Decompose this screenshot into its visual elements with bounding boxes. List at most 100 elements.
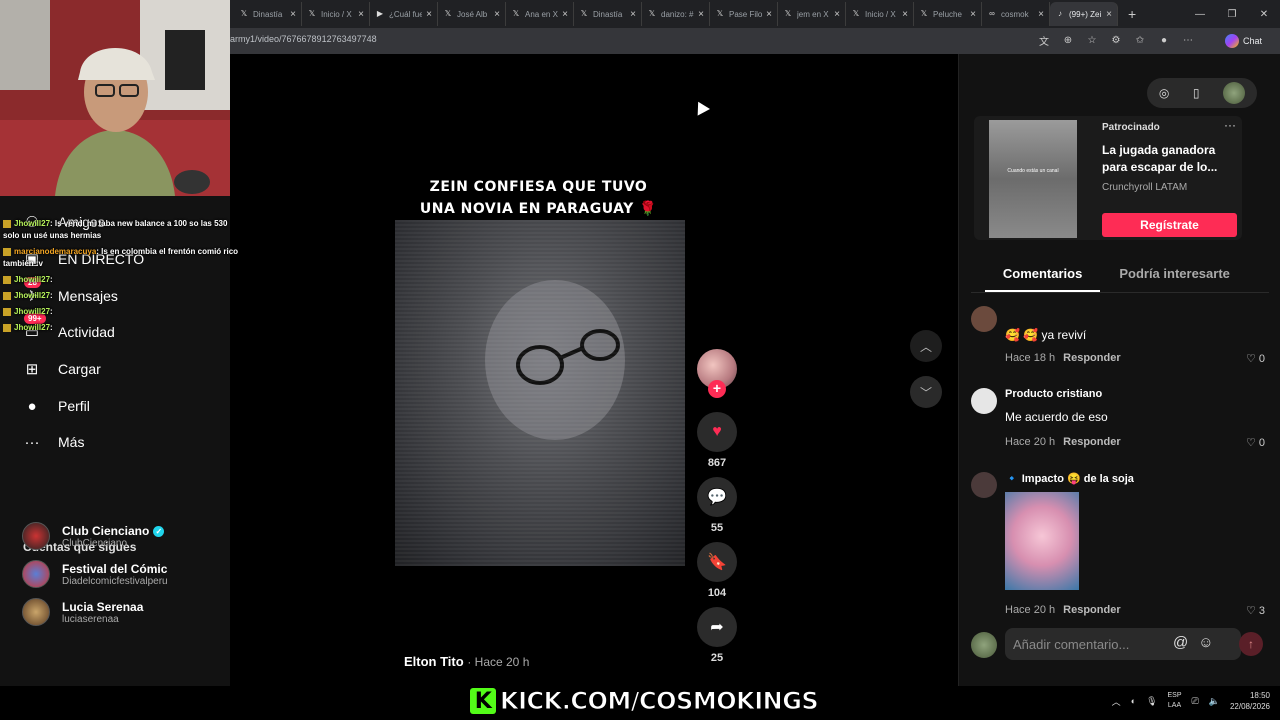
star-icon[interactable]: ☆ — [1084, 32, 1100, 48]
video-author[interactable]: Elton Tito · Hace 20 h — [404, 654, 529, 669]
next-video-button[interactable]: ﹀ — [910, 376, 942, 408]
tab-close-icon[interactable]: × — [358, 9, 364, 20]
tab-close-icon[interactable]: × — [766, 9, 772, 20]
previous-video-button[interactable]: ︿ — [910, 330, 942, 362]
app-tray-icon[interactable]: ◐ — [1131, 696, 1136, 706]
reply-button[interactable]: Responder — [1063, 436, 1120, 448]
tab-close-icon[interactable]: × — [630, 9, 636, 20]
x-logo-icon: 𝕏 — [852, 9, 860, 18]
sidebar-item-cargar[interactable]: ⊞ Cargar — [22, 359, 101, 379]
comment-icon[interactable]: 💬 — [697, 477, 737, 517]
new-tab-icon[interactable]: + — [1128, 6, 1136, 22]
translate-icon[interactable]: 文 — [1036, 32, 1052, 48]
register-button[interactable]: Regístrate — [1102, 213, 1237, 237]
browser-tab[interactable]: 𝕏 Inicio / X × — [846, 2, 914, 26]
tab-suggestions[interactable]: Podría interesarte — [1104, 266, 1245, 292]
account-avatar[interactable] — [22, 560, 50, 588]
tab-close-icon[interactable]: × — [290, 9, 296, 20]
banner-text: KICK.COM/COSMOKINGS — [499, 687, 819, 716]
close-window-icon[interactable]: ✕ — [1248, 0, 1280, 28]
maximize-icon[interactable]: ❐ — [1216, 0, 1248, 28]
user-avatar[interactable] — [1223, 82, 1246, 104]
comment-avatar[interactable] — [971, 472, 997, 498]
like-action[interactable]: ♥ 867 — [697, 412, 737, 469]
tab-title: Pase Filo — [729, 9, 763, 19]
ad-title[interactable]: La jugada ganadora para escapar de lo... — [1102, 142, 1237, 176]
network-icon[interactable]: ⎚ — [1192, 696, 1199, 707]
favorites-icon[interactable]: ✩ — [1132, 32, 1148, 48]
account-name: Club Cienciano — [62, 523, 150, 538]
menu-dots-icon[interactable]: ⋯ — [1180, 32, 1196, 48]
comment-like[interactable]: ♡ 3 — [1246, 604, 1265, 617]
followed-account[interactable]: Club Cienciano ✓ ClubCienciano — [22, 522, 165, 550]
profile-avatar-icon[interactable]: ● — [1156, 32, 1172, 48]
chat-message: Jhowill27: ls vendí mi taba new balance … — [3, 218, 243, 242]
reply-button[interactable]: Responder — [1063, 604, 1120, 616]
comment-like[interactable]: ♡ 0 — [1246, 352, 1265, 365]
minimize-icon[interactable]: — — [1184, 0, 1216, 28]
tab-close-icon[interactable]: × — [1038, 9, 1044, 20]
comment-like[interactable]: ♡ 0 — [1246, 436, 1265, 449]
account-avatar[interactable] — [22, 522, 50, 550]
reply-button[interactable]: Responder — [1063, 352, 1120, 364]
sponsored-card[interactable]: Cuando estás un canal Patrocinado ··· La… — [974, 116, 1242, 240]
tab-close-icon[interactable]: × — [1106, 9, 1112, 20]
browser-tab[interactable]: 𝕏 Dinastía × — [574, 2, 642, 26]
more-options-icon[interactable]: ··· — [1224, 118, 1236, 132]
url-text[interactable]: army1/video/7676678912763497748 — [230, 34, 377, 44]
tab-close-icon[interactable]: × — [834, 9, 840, 20]
emoji-icon[interactable]: ☺ — [1198, 634, 1213, 651]
ad-thumbnail[interactable]: Cuando estás un canal — [989, 120, 1077, 238]
volume-icon[interactable]: 🔈 — [1209, 696, 1220, 707]
browser-tab[interactable]: ♪ (99+) Zei × — [1050, 2, 1118, 26]
browser-tab[interactable]: 𝕏 Peluche × — [914, 2, 982, 26]
tab-close-icon[interactable]: × — [698, 9, 704, 20]
browser-tab[interactable]: 𝕏 Inicio / X × — [302, 2, 370, 26]
device-icon[interactable]: ▯ — [1193, 86, 1200, 100]
comment-avatar[interactable] — [971, 306, 997, 332]
share-icon[interactable]: ➦ — [697, 607, 737, 647]
browser-tab[interactable]: ∞ cosmok × — [982, 2, 1050, 26]
save-action[interactable]: 🔖 104 — [697, 542, 737, 599]
follow-plus-icon[interactable]: + — [708, 380, 726, 398]
browser-tab[interactable]: 𝕏danizo: # × — [642, 2, 710, 26]
author-name[interactable]: Elton Tito — [404, 654, 464, 669]
mention-icon[interactable]: @ — [1173, 634, 1188, 651]
comment-action[interactable]: 💬 55 — [697, 477, 737, 534]
browser-tab[interactable]: 𝕏jem en X × — [778, 2, 846, 26]
tray-chevron-icon[interactable]: ︿ — [1112, 695, 1121, 708]
bookmark-icon[interactable]: 🔖 — [697, 542, 737, 582]
zoom-icon[interactable]: ⊕ — [1060, 32, 1076, 48]
tab-close-icon[interactable]: × — [562, 9, 568, 20]
send-button[interactable]: ↑ — [1239, 632, 1263, 656]
tab-close-icon[interactable]: × — [426, 9, 432, 20]
browser-tab[interactable]: 𝕏 Dinastía × — [234, 2, 302, 26]
comment-avatar[interactable] — [971, 388, 997, 414]
browser-tab[interactable]: 𝕏 Pase Filo × — [710, 2, 778, 26]
extension-icon[interactable]: ⚙ — [1108, 32, 1124, 48]
comment-author[interactable]: Producto cristiano — [1005, 388, 1102, 400]
sidebar-item-perfil[interactable]: ● Perfil — [22, 396, 89, 416]
tab-close-icon[interactable]: × — [970, 9, 976, 20]
tab-close-icon[interactable]: × — [902, 9, 908, 20]
teddy-bear-sticker[interactable] — [1005, 492, 1079, 590]
video-player[interactable] — [395, 220, 685, 566]
tab-comments[interactable]: Comentarios — [985, 266, 1101, 292]
clock[interactable]: 18:50 22/08/2026 — [1230, 690, 1270, 712]
browser-tab[interactable]: 𝕏 José Alb × — [438, 2, 506, 26]
browser-tab[interactable]: 𝕏 Ana en X × — [506, 2, 574, 26]
browser-tab[interactable]: ▶ ¿Cuál fue × — [370, 2, 438, 26]
account-avatar[interactable] — [22, 598, 50, 626]
tab-close-icon[interactable]: × — [494, 9, 500, 20]
heart-icon[interactable]: ♥ — [697, 412, 737, 452]
video-frame — [395, 220, 685, 566]
share-action[interactable]: ➦ 25 — [697, 607, 737, 664]
comment-author[interactable]: 🔹 Impacto 😝 de la soja — [1005, 472, 1134, 485]
microphone-icon[interactable]: 🎙 — [1146, 696, 1157, 707]
language-indicator[interactable]: ESP LAA — [1168, 691, 1182, 711]
followed-account[interactable]: Festival del Cómic Diadelcomicfestivalper… — [22, 560, 168, 588]
compass-small-icon[interactable]: ◎ — [1159, 86, 1169, 100]
sidebar-item-más[interactable]: ··· Más — [22, 432, 85, 452]
followed-account[interactable]: Lucia Serenaa luciaserenaa — [22, 598, 143, 626]
copilot-chat-button[interactable]: Chat — [1224, 32, 1262, 50]
